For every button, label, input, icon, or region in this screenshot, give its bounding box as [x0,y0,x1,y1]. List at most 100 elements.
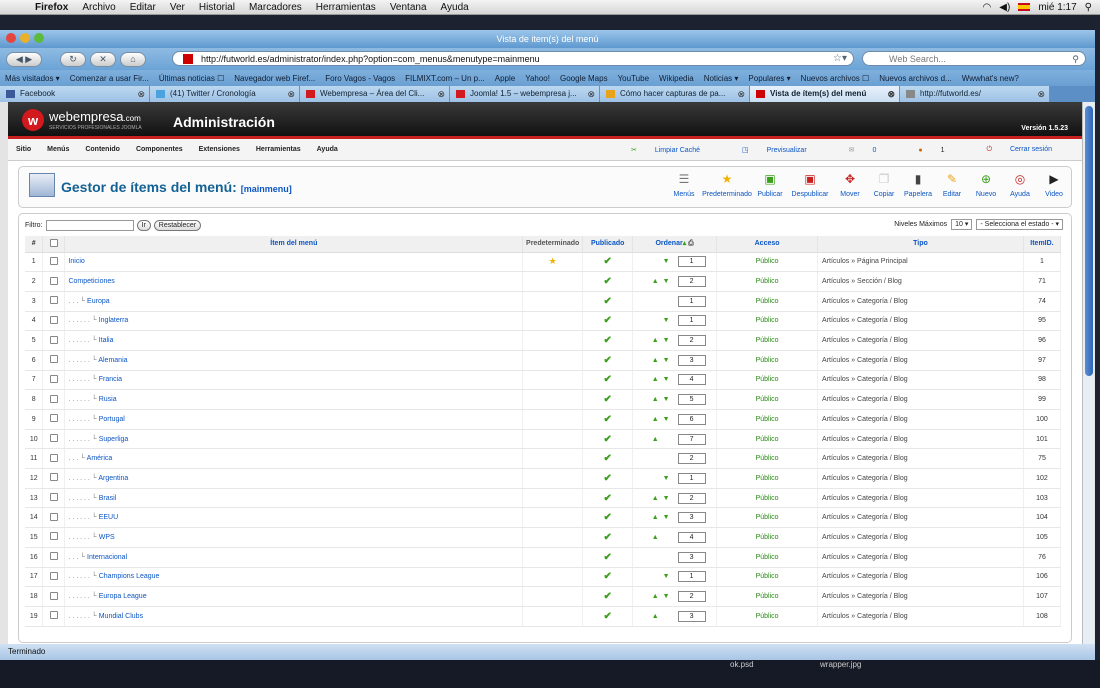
published-check-icon[interactable]: ✔ [603,591,611,602]
published-check-icon[interactable]: ✔ [603,512,611,523]
bookmark-item[interactable]: Yahoo! [520,74,555,83]
bookmark-item[interactable]: YouTube [613,74,654,83]
default-cell[interactable] [522,567,584,588]
scrollbar-thumb[interactable] [1085,106,1093,376]
published-cell[interactable]: ✔ [582,547,634,568]
published-cell[interactable]: ✔ [582,507,634,529]
access-link[interactable]: Público [716,547,819,568]
row-select[interactable] [42,330,66,351]
published-check-icon[interactable]: ✔ [603,256,611,267]
row-select[interactable] [42,311,66,332]
access-link[interactable]: Público [716,389,819,410]
table-row[interactable]: 1Inicio★✔▲▼1PúblicoArtículos » Página Pr… [25,252,1062,273]
table-row[interactable]: 3 . . . └ Europa ✔ ▲▼1PúblicoArtículos » Ca… [25,291,1062,312]
order-down-icon[interactable]: ▼ [661,495,672,502]
stop-icon[interactable]: ✕ [90,51,116,67]
default-cell[interactable] [522,586,584,607]
menu-historial[interactable]: Historial [192,2,242,13]
row-checkbox[interactable] [49,571,58,580]
default-cell[interactable] [522,429,584,450]
url-bar[interactable]: http://futworld.es/administrator/index.p… [172,51,854,66]
order-input[interactable]: 7 [677,433,706,445]
order-input[interactable]: 1 [677,315,706,327]
access-link[interactable]: Público [716,567,819,588]
clear-cache-link[interactable]: ✂ Limpiar Caché [615,146,716,154]
order-input[interactable]: 1 [677,571,706,583]
row-checkbox[interactable] [49,434,58,443]
published-cell[interactable]: ✔ [582,488,634,509]
access-link[interactable]: Público [716,350,819,371]
desktop-file[interactable]: ok.psd [730,660,754,669]
order-down-icon[interactable]: ▼ [661,416,672,423]
row-checkbox[interactable] [49,414,58,423]
admin-menu-extensiones[interactable]: Extensiones [191,146,248,153]
published-check-icon[interactable]: ✔ [603,571,611,582]
row-select[interactable] [42,409,66,430]
order-down-icon[interactable]: ▼ [661,258,672,265]
default-button[interactable]: ★ Predeterminado [701,169,753,198]
order-up-icon[interactable]: ▲ [650,534,661,541]
access-link[interactable]: Público [716,252,819,273]
published-check-icon[interactable]: ✔ [603,335,611,346]
access-link[interactable]: Público [716,271,819,292]
published-check-icon[interactable]: ✔ [603,552,611,563]
table-row[interactable]: 6 . . . . . . └ Alemania ✔ ▲ ▼ 3 Público Artícu… [25,350,1062,371]
move-button[interactable]: ✥ Mover [833,169,867,198]
menu-marcadores[interactable]: Marcadores [242,2,309,13]
bookmark-item[interactable]: Últimas noticias ☐ [154,74,229,83]
published-check-icon[interactable]: ✔ [603,374,611,385]
published-cell[interactable]: ✔ [582,586,634,607]
item-title-link[interactable]: Superliga [99,436,129,443]
published-check-icon[interactable]: ✔ [603,611,611,622]
access-link[interactable]: Público [716,468,819,489]
copy-button[interactable]: ❐ Copiar [867,169,901,198]
published-cell[interactable]: ✔ [582,271,634,292]
default-cell[interactable] [522,527,584,548]
order-up-icon[interactable]: ▲ [650,357,661,364]
default-cell[interactable] [522,311,584,332]
spotlight-icon[interactable]: ⚲ [1085,2,1092,13]
default-cell[interactable] [522,350,584,371]
published-cell[interactable]: ✔ [582,429,634,450]
close-tab-icon[interactable]: ⊗ [437,86,445,102]
edit-button[interactable]: ✎ Editar [935,169,969,198]
default-cell[interactable] [522,330,584,351]
row-checkbox[interactable] [49,453,58,462]
users-online-count[interactable]: ● 1 [902,147,960,154]
order-down-icon[interactable]: ▼ [661,593,672,600]
clock[interactable]: mié 1:17 [1038,2,1076,13]
published-check-icon[interactable]: ✔ [603,355,611,366]
admin-menu-sitio[interactable]: Sitio [8,146,39,153]
tab-twitter[interactable]: (41) Twitter / Cronología ⊗ [150,86,300,102]
default-cell[interactable]: ★ [522,252,584,273]
published-cell[interactable]: ✔ [582,350,634,371]
item-title-link[interactable]: Competiciones [68,278,114,285]
tab-webempresa[interactable]: Webempresa – Área del Cli... ⊗ [300,86,450,102]
table-row[interactable]: 2 Competiciones ✔ ▲ ▼ 2 Público Artículos » Sec… [25,271,1062,292]
item-title-link[interactable]: Inicio [68,258,84,265]
order-up-icon[interactable]: ▲ [650,396,661,403]
order-input[interactable]: 1 [677,295,706,307]
wifi-icon[interactable]: ◠ [983,2,992,13]
row-select[interactable] [42,291,66,312]
row-select[interactable] [42,606,66,627]
order-input[interactable]: 2 [677,453,706,465]
row-select[interactable] [42,547,66,568]
row-select[interactable] [42,527,66,548]
tab-facebook[interactable]: Facebook ⊗ [0,86,150,102]
table-row[interactable]: 12. . . . . . └ Argentina✔▲▼1PúblicoArtí… [25,468,1062,489]
item-title-link[interactable]: Francia [99,376,122,383]
published-cell[interactable]: ✔ [582,606,634,627]
row-select[interactable] [42,252,66,273]
item-title-link[interactable]: Argentina [98,475,128,482]
published-cell[interactable]: ✔ [582,252,634,273]
admin-menu-ayuda[interactable]: Ayuda [309,146,346,153]
access-link[interactable]: Público [716,527,819,548]
row-checkbox[interactable] [49,394,58,403]
unpublish-button[interactable]: ▣ Despublicar [787,169,833,198]
order-up-icon[interactable]: ▲ [650,376,661,383]
row-checkbox[interactable] [49,276,58,285]
page-scrollbar[interactable] [1082,102,1094,644]
tab-joomla[interactable]: Joomla! 1.5 – webempresa j... ⊗ [450,86,600,102]
published-check-icon[interactable]: ✔ [603,434,611,445]
